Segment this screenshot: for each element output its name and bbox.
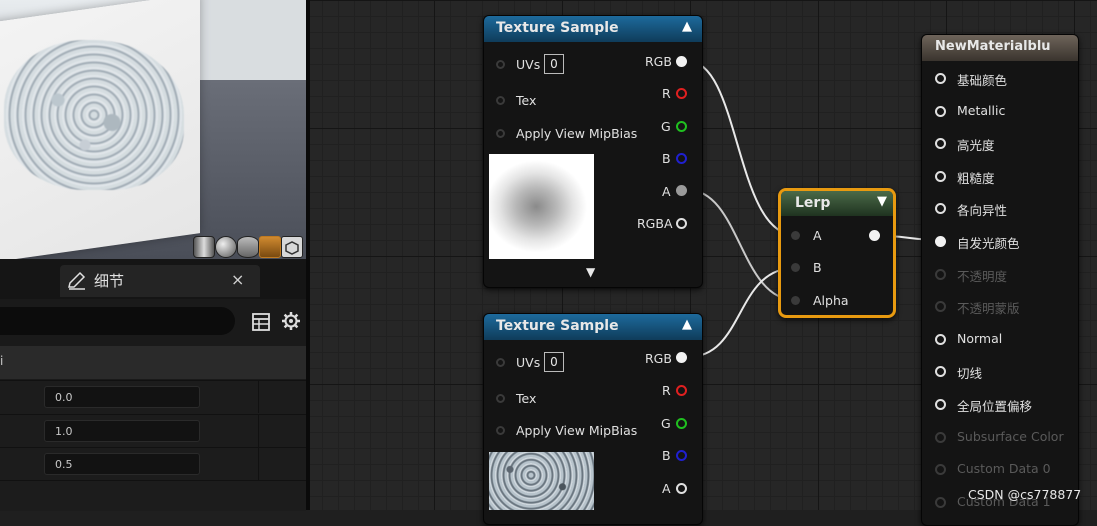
collapse-icon[interactable]: ▲ — [682, 317, 692, 332]
material-pin-label: 不透明度 — [957, 268, 1008, 284]
node-title: Texture Sample — [496, 20, 619, 36]
material-pin-label: 各向异性 — [957, 203, 1008, 219]
material-input-pin[interactable] — [935, 105, 946, 117]
pin-label: RGB — [645, 54, 672, 69]
material-input-pin[interactable] — [935, 170, 946, 182]
pin-label: R — [662, 383, 671, 398]
rgba-output-pin[interactable] — [676, 218, 687, 229]
g-output-pin[interactable] — [676, 121, 687, 132]
material-pin-label: Normal — [957, 330, 1003, 346]
pin-label: B — [662, 448, 671, 463]
r-output-pin[interactable] — [676, 88, 687, 99]
rgb-output-pin[interactable] — [676, 352, 687, 363]
lerp-output-pin[interactable] — [869, 230, 880, 241]
pin-label: Alpha — [813, 293, 849, 308]
node-title: Lerp — [795, 195, 831, 211]
b-output-pin[interactable] — [676, 153, 687, 164]
material-pin-label: 基础颜色 — [957, 73, 1008, 88]
pin-label: G — [661, 119, 671, 134]
cloud-texture-thumbnail — [489, 154, 594, 259]
tex-input-pin[interactable] — [496, 96, 505, 105]
material-input-pin[interactable] — [935, 431, 946, 443]
tex-input-pin[interactable] — [496, 394, 505, 403]
lerp-a-input-pin[interactable] — [791, 231, 800, 240]
material-pin-label: 不透明蒙版 — [957, 301, 1020, 317]
node-title: NewMaterialblu — [935, 39, 1051, 54]
chevron-down-icon[interactable]: ▼ — [586, 265, 595, 279]
material-pin-label: 自发光颜色 — [957, 236, 1020, 251]
mipbias-input-pin[interactable] — [496, 129, 505, 138]
material-input-pin[interactable] — [935, 73, 946, 84]
material-input-pin[interactable] — [935, 399, 946, 410]
g-output-pin[interactable] — [676, 418, 687, 429]
rgb-output-pin[interactable] — [676, 56, 687, 67]
material-pin-label: Metallic — [957, 102, 1006, 118]
watermark: CSDN @cs778877 — [968, 487, 1082, 502]
pin-label: A — [813, 228, 822, 243]
pin-label: A — [662, 481, 671, 496]
material-pin-label: Custom Data 0 — [957, 461, 1051, 477]
pin-label: A — [662, 184, 671, 199]
pin-label: B — [813, 260, 822, 275]
pin-label: UVs — [516, 57, 541, 72]
lerp-alpha-input-pin[interactable] — [791, 296, 800, 305]
uvs-input-pin[interactable] — [496, 358, 505, 367]
lerp-b-input-pin[interactable] — [791, 263, 800, 272]
pin-label: UVs — [516, 355, 541, 370]
a-output-pin[interactable] — [676, 185, 687, 196]
chevron-down-icon[interactable]: ▼ — [877, 194, 887, 209]
pin-label: RGB — [645, 351, 672, 366]
node-title: Texture Sample — [496, 318, 619, 334]
pin-label: Apply View MipBias — [516, 126, 638, 141]
material-input-pin[interactable] — [935, 496, 946, 508]
pin-label: Apply View MipBias — [516, 423, 638, 438]
pin-label: Tex — [516, 93, 537, 108]
pin-label: R — [662, 86, 671, 101]
material-pin-label: 切线 — [957, 366, 983, 382]
uv-index-field[interactable]: 0 — [544, 54, 564, 74]
gravel-texture-thumbnail — [489, 452, 594, 510]
material-pin-label: 高光度 — [957, 138, 995, 154]
material-input-pin[interactable] — [935, 333, 946, 345]
pin-label: G — [661, 416, 671, 431]
a-output-pin[interactable] — [676, 483, 687, 494]
pin-label: B — [662, 151, 671, 166]
uv-index-field[interactable]: 0 — [544, 352, 564, 372]
material-pin-label: Subsurface Color — [957, 428, 1064, 444]
collapse-icon[interactable]: ▲ — [682, 19, 692, 34]
material-pin-label: 全局位置偏移 — [957, 399, 1033, 414]
material-input-pin[interactable] — [935, 236, 946, 247]
material-input-pin[interactable] — [935, 268, 946, 280]
pin-label: Tex — [516, 391, 537, 406]
mipbias-input-pin[interactable] — [496, 426, 505, 435]
b-output-pin[interactable] — [676, 450, 687, 461]
uvs-input-pin[interactable] — [496, 60, 505, 69]
material-pin-label: 粗糙度 — [957, 170, 995, 186]
pin-label: RGBA — [637, 216, 673, 231]
r-output-pin[interactable] — [676, 385, 687, 396]
